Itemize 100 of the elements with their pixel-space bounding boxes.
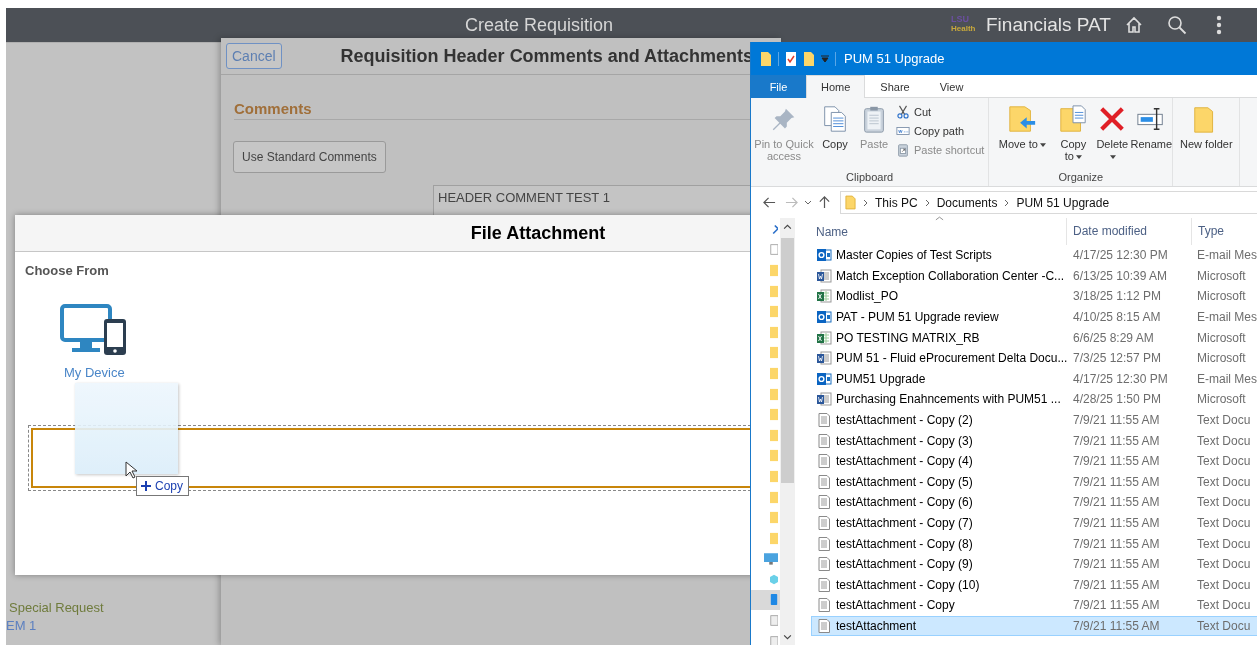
folder-icon[interactable] — [760, 50, 772, 67]
file-row[interactable]: testAttachment - Copy (3) 7/9/21 11:55 AM Text Docu — [811, 430, 1257, 451]
scrollbar[interactable] — [780, 218, 795, 645]
forward-icon[interactable] — [785, 196, 798, 209]
ribbon-button[interactable]: Move to — [991, 102, 1054, 171]
folder-icon[interactable] — [770, 264, 778, 277]
standard-comments-button[interactable]: Use Standard Comments — [233, 141, 386, 173]
home-icon[interactable] — [1124, 15, 1144, 35]
file-row[interactable]: PUM51 Upgrade 4/17/25 12:30 PM E-mail Mes — [811, 368, 1257, 390]
drive-icon[interactable] — [770, 634, 778, 645]
drive-icon[interactable] — [770, 614, 778, 628]
file-row[interactable]: Match Exception Collaboration Center -C... 6/13/25 10:39 AM Microsoft — [811, 265, 1257, 287]
scroll-down-icon[interactable] — [783, 634, 792, 640]
folder-icon[interactable] — [770, 387, 778, 401]
folder-icon[interactable] — [770, 305, 778, 319]
folder-icon[interactable] — [770, 346, 778, 360]
product-name: Financials PAT — [986, 14, 1111, 36]
file-row[interactable]: testAttachment 7/9/21 11:55 AM Text Docu — [811, 615, 1257, 637]
file-row[interactable]: Purchasing Enahncements with PUM51 ... 4/28/25 1:50 PM Microsoft — [811, 389, 1257, 410]
file-row[interactable]: testAttachment - Copy (9) 7/9/21 11:55 AM Text Docu — [811, 553, 1257, 575]
date-modified: 4/17/25 12:30 PM — [1072, 371, 1169, 386]
email-icon — [816, 309, 832, 326]
file-name: testAttachment - Copy — [836, 598, 956, 613]
document-icon — [816, 350, 832, 367]
column-header[interactable]: Date modified — [1066, 218, 1191, 245]
date-modified: 7/9/21 11:55 AM — [1072, 413, 1161, 428]
file-row[interactable]: PAT - PUM 51 Upgrade review 4/10/25 8:15 AM E-mail Mes — [811, 306, 1257, 328]
scroll-up-icon[interactable] — [783, 224, 792, 230]
dialog-title: Requisition Header Comments and Attachments — [340, 45, 753, 67]
breadcrumb[interactable]: This PC — [875, 195, 918, 210]
folder-icon[interactable] — [770, 408, 778, 422]
up-icon[interactable] — [818, 196, 831, 209]
file-type: Text Docu — [1196, 619, 1251, 633]
ribbon-tab[interactable]: Share — [865, 75, 925, 98]
file-row[interactable]: Master Copies of Test Scripts 4/17/25 12:30 PM E-mail Mes — [811, 245, 1257, 266]
file-name: testAttachment — [836, 619, 918, 633]
file-row[interactable]: testAttachment - Copy (8) 7/9/21 11:55 AM Text Docu — [811, 533, 1257, 554]
folder-icon[interactable] — [803, 50, 815, 67]
breadcrumb[interactable]: PUM 51 Upgrade — [1016, 195, 1110, 210]
ribbon-button[interactable]: Copy to — [1054, 102, 1093, 171]
file-row[interactable]: testAttachment - Copy (7) 7/9/21 11:55 AM Text Docu — [811, 512, 1257, 534]
folder-icon[interactable] — [770, 325, 778, 339]
menu-icon[interactable] — [1216, 15, 1222, 35]
dropdown-icon[interactable] — [821, 54, 829, 63]
back-icon[interactable] — [763, 196, 776, 209]
column-header[interactable]: Type — [1191, 218, 1224, 245]
page-icon[interactable] — [770, 243, 778, 257]
shortcut-icon — [896, 143, 910, 157]
group-label: Clipboard — [845, 171, 895, 185]
folder-icon[interactable] — [770, 449, 778, 463]
chevron-icon — [863, 198, 868, 207]
date-modified: 7/9/21 11:55 AM — [1072, 474, 1161, 489]
folder-icon[interactable] — [770, 490, 778, 504]
text-file-icon — [816, 473, 832, 490]
date-modified: 7/9/21 11:55 AM — [1072, 433, 1161, 448]
folder-icon[interactable] — [770, 531, 778, 545]
text-file-icon — [816, 618, 832, 634]
file-row[interactable]: testAttachment - Copy (4) 7/9/21 11:55 AM Text Docu — [811, 450, 1257, 472]
file-name: Match Exception Collaboration Center -C... — [836, 268, 1066, 283]
file-row[interactable]: PUM 51 - Fluid eProcurement Delta Docu... 7/3/25 12:57 PM Microsoft — [811, 347, 1257, 369]
ribbon-button[interactable]: New folder — [1175, 102, 1238, 186]
file-row[interactable]: testAttachment - Copy (2) 7/9/21 11:55 AM Text Docu — [811, 409, 1257, 431]
ribbon-tab[interactable]: View — [924, 75, 979, 98]
folder-icon[interactable] — [770, 428, 778, 442]
file-row[interactable]: testAttachment - Copy (6) 7/9/21 11:55 AM Text Docu — [811, 492, 1257, 513]
ribbon-button[interactable]: Rename — [1132, 102, 1171, 171]
search-icon[interactable] — [1167, 15, 1187, 35]
my-device-link[interactable]: My Device — [64, 365, 125, 380]
ribbon-button[interactable]: Cut — [894, 105, 987, 119]
document-icon — [816, 267, 832, 284]
folder-icon — [845, 195, 856, 210]
ribbon-tab[interactable]: File — [751, 75, 806, 98]
ribbon-button[interactable]: Copy — [816, 102, 854, 171]
email-icon — [816, 247, 832, 264]
date-modified: 7/9/21 11:55 AM — [1072, 454, 1161, 469]
text-file-icon — [816, 597, 832, 614]
date-modified: 4/17/25 12:30 PM — [1072, 248, 1169, 263]
caret-icon[interactable] — [804, 200, 812, 205]
email-icon — [816, 370, 832, 387]
device-icon[interactable] — [60, 304, 128, 356]
monitor-icon[interactable] — [764, 552, 778, 566]
ribbon-tab[interactable]: Home — [806, 75, 866, 98]
file-row[interactable]: testAttachment - Copy (10) 7/9/21 11:55 AM Text Docu — [811, 574, 1257, 596]
file-row[interactable]: PO TESTING MATRIX_RB 6/6/25 8:29 AM Microsoft — [811, 327, 1257, 348]
folder-icon[interactable] — [770, 511, 778, 525]
folder-icon[interactable] — [770, 284, 778, 298]
column-header[interactable]: Name — [811, 224, 1066, 239]
file-row[interactable]: Modlist_PO 3/18/25 1:12 PM Microsoft — [811, 286, 1257, 307]
file-name: Master Copies of Test Scripts — [836, 248, 993, 263]
ribbon-button[interactable]: Delete — [1093, 102, 1132, 171]
file-row[interactable]: testAttachment - Copy 7/9/21 11:55 AM Text Docu — [811, 595, 1257, 616]
ribbon-button[interactable]: Copy path — [894, 124, 987, 138]
breadcrumb[interactable]: Documents — [936, 195, 998, 210]
folder-icon[interactable] — [770, 366, 778, 380]
properties-icon[interactable] — [785, 50, 797, 67]
folder-icon[interactable] — [770, 469, 778, 483]
address-bar[interactable]: This PC Documents PUM 51 Upgrade — [840, 191, 1257, 214]
cube-icon[interactable] — [770, 572, 778, 586]
file-row[interactable]: testAttachment - Copy (5) 7/9/21 11:55 AM Text Docu — [811, 471, 1257, 493]
file-name: testAttachment - Copy (6) — [836, 495, 974, 510]
